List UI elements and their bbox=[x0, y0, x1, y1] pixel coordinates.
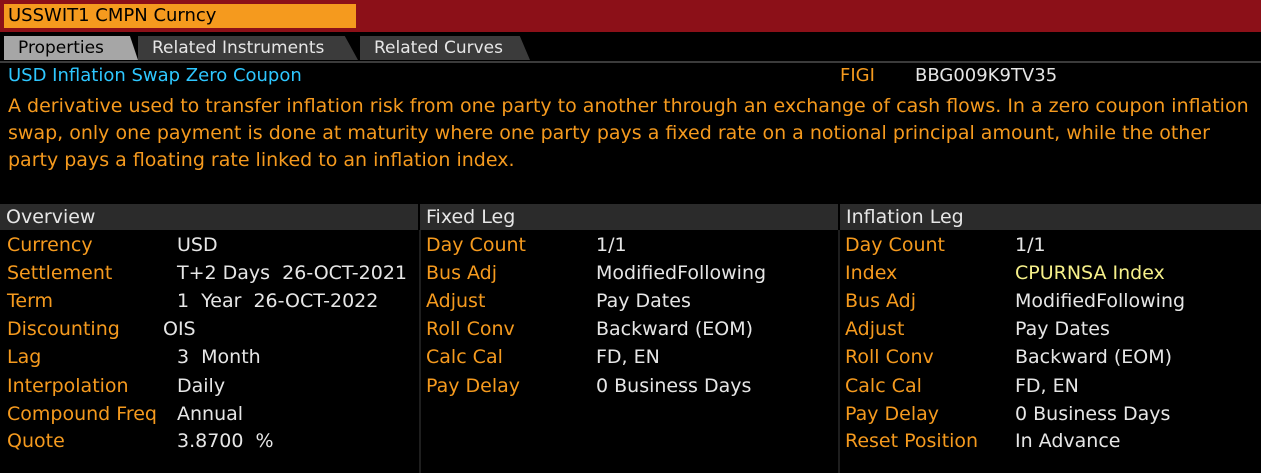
inflation-leg-value: In Advance bbox=[1015, 430, 1121, 452]
overview-label: Settlement bbox=[7, 262, 113, 284]
inflation-leg-label: Day Count bbox=[845, 234, 945, 256]
inflation-leg-label: Index bbox=[845, 262, 898, 284]
column-divider bbox=[838, 230, 840, 473]
fixed-leg-label: Pay Delay bbox=[426, 375, 521, 397]
inflation-leg-value: Backward (EOM) bbox=[1015, 346, 1173, 368]
instrument-name: USD Inflation Swap Zero Coupon bbox=[8, 65, 302, 86]
inflation-leg-label: Pay Delay bbox=[845, 403, 940, 425]
tab-related-instruments[interactable]: Related Instruments bbox=[138, 36, 358, 60]
overview-label: Interpolation bbox=[7, 375, 129, 397]
overview-label: Compound Freq bbox=[7, 403, 157, 425]
fixed-leg-value: ModifiedFollowing bbox=[596, 262, 767, 284]
fixed-leg-value: FD, EN bbox=[596, 346, 660, 368]
overview-label: Term bbox=[7, 290, 54, 312]
overview-label: Discounting bbox=[7, 318, 120, 340]
overview-value: 3.8700 % bbox=[177, 430, 274, 452]
tab-bar: Properties Related Instruments Related C… bbox=[0, 36, 1261, 62]
fixed-leg-label: Bus Adj bbox=[426, 262, 498, 284]
inflation-leg-label: Reset Position bbox=[845, 430, 979, 452]
fixed-leg-value: Backward (EOM) bbox=[596, 318, 754, 340]
fixed-leg-label: Day Count bbox=[426, 234, 526, 256]
inflation-leg-value: ModifiedFollowing bbox=[1015, 290, 1186, 312]
figi-value: BBG009K9TV35 bbox=[915, 65, 1058, 86]
overview-value: 1 Year 26-OCT-2022 bbox=[177, 290, 379, 312]
overview-value: Annual bbox=[177, 403, 244, 425]
inflation-leg-header: Inflation Leg bbox=[840, 204, 1261, 230]
overview-value: 3 Month bbox=[177, 346, 261, 368]
overview-value: OIS bbox=[163, 318, 196, 340]
inflation-leg-label: Roll Conv bbox=[845, 346, 934, 368]
overview-label: Quote bbox=[7, 430, 65, 452]
inflation-leg-label: Calc Cal bbox=[845, 375, 922, 397]
security-input[interactable]: USSWIT1 CMPN Curncy bbox=[4, 4, 356, 28]
tab-properties[interactable]: Properties bbox=[4, 36, 138, 60]
tab-related-curves[interactable]: Related Curves bbox=[360, 36, 530, 60]
fixed-leg-label: Adjust bbox=[426, 290, 486, 312]
fixed-leg-value: Pay Dates bbox=[596, 290, 691, 312]
overview-value: USD bbox=[177, 234, 218, 256]
inflation-leg-value: FD, EN bbox=[1015, 375, 1079, 397]
overview-header: Overview bbox=[0, 204, 418, 230]
instrument-description: A derivative used to transfer inflation … bbox=[8, 95, 1249, 171]
inflation-leg-label: Bus Adj bbox=[845, 290, 917, 312]
inflation-leg-value: 0 Business Days bbox=[1015, 403, 1171, 425]
overview-label: Currency bbox=[7, 234, 93, 256]
fixed-leg-label: Calc Cal bbox=[426, 346, 503, 368]
index-link[interactable]: CPURNSA Index bbox=[1015, 260, 1165, 286]
overview-value: Daily bbox=[177, 375, 226, 397]
column-divider bbox=[419, 230, 421, 473]
fixed-leg-value: 0 Business Days bbox=[596, 375, 752, 397]
fixed-leg-value: 1/1 bbox=[596, 234, 627, 256]
inflation-leg-value: 1/1 bbox=[1015, 234, 1046, 256]
figi-label: FIGI bbox=[840, 65, 875, 86]
overview-label: Lag bbox=[7, 346, 42, 368]
overview-value: T+2 Days 26-OCT-2021 bbox=[177, 262, 408, 284]
fixed-leg-header: Fixed Leg bbox=[420, 204, 838, 230]
fixed-leg-label: Roll Conv bbox=[426, 318, 515, 340]
inflation-leg-value: Pay Dates bbox=[1015, 318, 1110, 340]
inflation-leg-label: Adjust bbox=[845, 318, 905, 340]
